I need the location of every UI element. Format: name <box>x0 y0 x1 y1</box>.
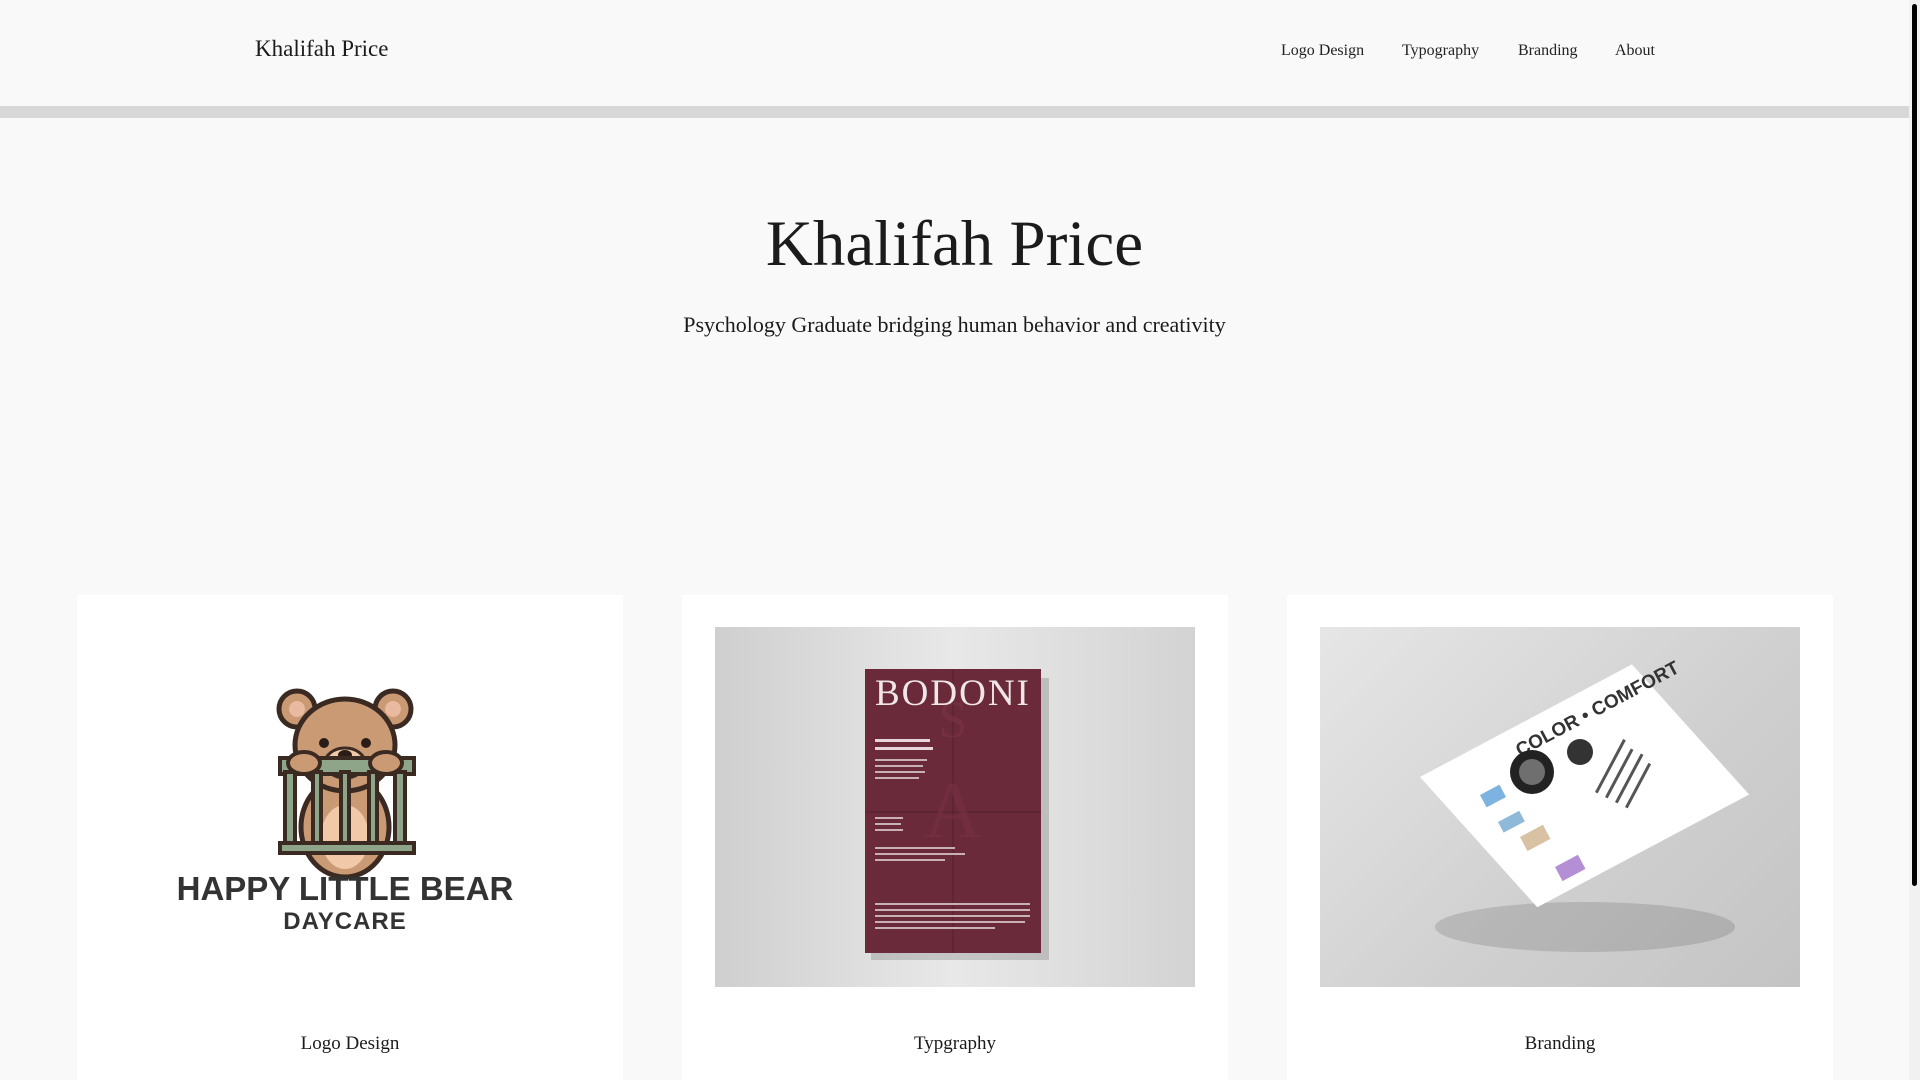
card-logo-design[interactable]: HAPPY LITTLE BEAR DAYCARE Logo Design <box>77 595 623 1080</box>
header-divider <box>0 106 1909 118</box>
card-label: Typgraphy <box>913 1033 997 1054</box>
card-branding[interactable]: COLOR • COMFORT Branding <box>1287 595 1833 1080</box>
nav-typography[interactable]: Typography <box>1402 42 1479 60</box>
scrollbar-thumb[interactable] <box>1912 4 1917 886</box>
site-header: Khalifah Price Logo Design Typography Br… <box>0 0 1909 106</box>
hero-title: Khalifah Price <box>765 208 1144 280</box>
logo-text-sub: DAYCARE <box>283 908 406 935</box>
main-nav: Logo Design Typography Branding About <box>0 42 1909 62</box>
nav-logo-design[interactable]: Logo Design <box>1281 42 1364 60</box>
poster-title: BODONI <box>875 673 1031 714</box>
branding-thumbnail: COLOR • COMFORT <box>1320 627 1800 987</box>
hero-subtitle: Psychology Graduate bridging human behav… <box>683 312 1226 337</box>
logo-text-main: HAPPY LITTLE BEAR <box>177 870 514 907</box>
bodoni-poster-image: S A BODONI <box>865 669 1049 960</box>
typography-thumbnail: S A BODONI <box>715 627 1195 987</box>
style-guide-flyer-image: COLOR • COMFORT <box>1420 657 1750 952</box>
nav-branding[interactable]: Branding <box>1518 42 1578 60</box>
nav-about[interactable]: About <box>1615 42 1655 60</box>
svg-text:A: A <box>924 767 982 855</box>
card-label: Branding <box>1524 1033 1596 1054</box>
logo-design-thumbnail: HAPPY LITTLE BEAR DAYCARE <box>110 627 590 987</box>
card-typography[interactable]: S A BODONI Typgraphy <box>682 595 1228 1080</box>
card-label: Logo Design <box>300 1033 400 1054</box>
bear-logo-image: HAPPY LITTLE BEAR DAYCARE <box>177 688 514 935</box>
